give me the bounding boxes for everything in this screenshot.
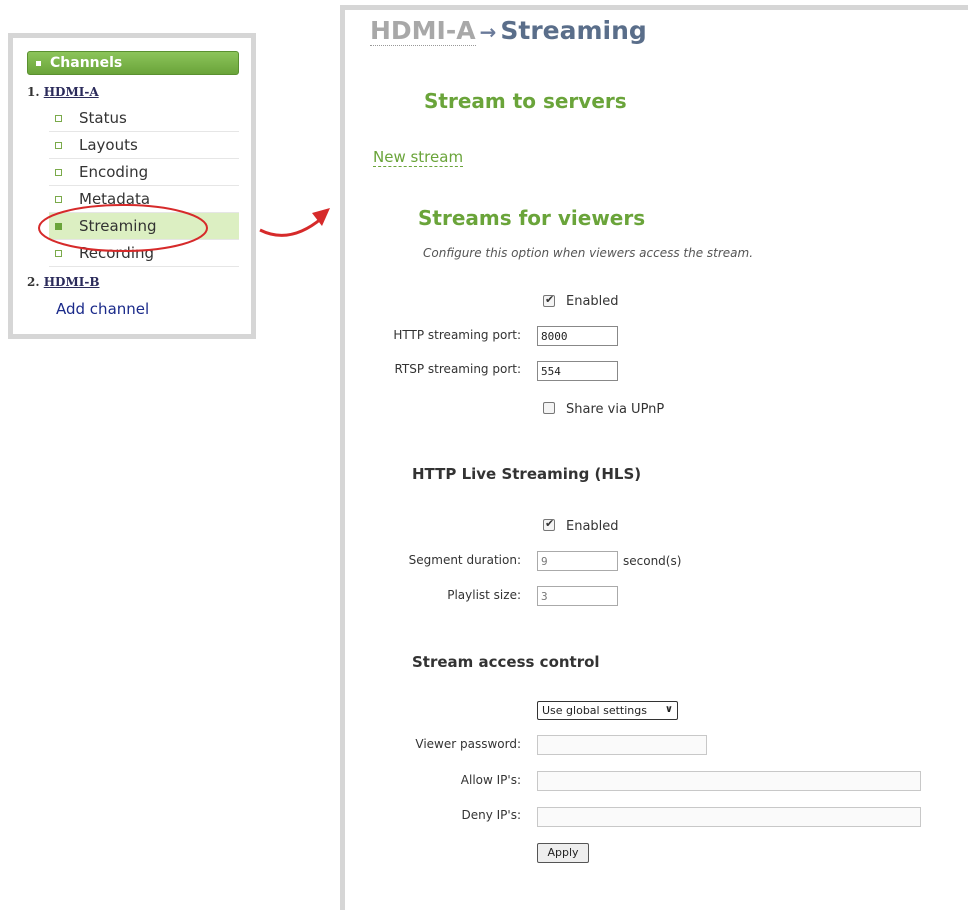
- hls-enabled-checkbox[interactable]: [543, 517, 555, 531]
- highlight-circle: [38, 204, 208, 252]
- chevron-down-icon: ∨: [664, 704, 673, 715]
- access-mode-select[interactable]: Use global settings ∨: [537, 701, 678, 720]
- streams-for-viewers-title: Streams for viewers: [418, 206, 646, 230]
- pointer-arrow: [259, 216, 323, 237]
- breadcrumb-parent[interactable]: HDMI-A: [370, 16, 476, 46]
- new-stream-link[interactable]: New stream: [373, 148, 464, 167]
- segment-duration-label: Segment duration:: [408, 553, 521, 567]
- access-control-title: Stream access control: [412, 653, 600, 671]
- http-port-input[interactable]: 8000: [537, 326, 618, 346]
- rtsp-port-input[interactable]: 554: [537, 361, 618, 381]
- playlist-size-label: Playlist size:: [447, 588, 521, 602]
- viewers-description: Configure this option when viewers acces…: [423, 246, 754, 260]
- segment-unit-label: second(s): [623, 554, 682, 568]
- allow-ips-input[interactable]: [537, 771, 921, 791]
- viewer-password-label: Viewer password:: [415, 737, 521, 751]
- http-port-label: HTTP streaming port:: [393, 328, 521, 342]
- viewer-password-input[interactable]: [537, 735, 707, 755]
- playlist-size-input[interactable]: 3: [537, 586, 618, 606]
- access-mode-value: Use global settings: [542, 704, 647, 717]
- upnp-checkbox[interactable]: [543, 402, 555, 414]
- page-title: Streaming: [500, 16, 647, 45]
- viewers-enabled-label: Enabled: [566, 294, 619, 309]
- hls-title: HTTP Live Streaming (HLS): [412, 465, 642, 483]
- deny-ips-input[interactable]: [537, 807, 921, 827]
- hls-enabled-label: Enabled: [566, 519, 619, 534]
- arrow-right-icon: →: [479, 20, 497, 44]
- deny-ips-label: Deny IP's:: [461, 808, 521, 822]
- upnp-label: Share via UPnP: [566, 402, 665, 417]
- stream-to-servers-title: Stream to servers: [424, 89, 627, 113]
- apply-button[interactable]: Apply: [537, 843, 589, 863]
- segment-duration-input[interactable]: 9: [537, 551, 618, 571]
- allow-ips-label: Allow IP's:: [460, 773, 521, 787]
- breadcrumb: HDMI-A → Streaming: [370, 16, 647, 46]
- rtsp-port-label: RTSP streaming port:: [394, 362, 521, 376]
- viewers-enabled-checkbox[interactable]: [543, 293, 555, 307]
